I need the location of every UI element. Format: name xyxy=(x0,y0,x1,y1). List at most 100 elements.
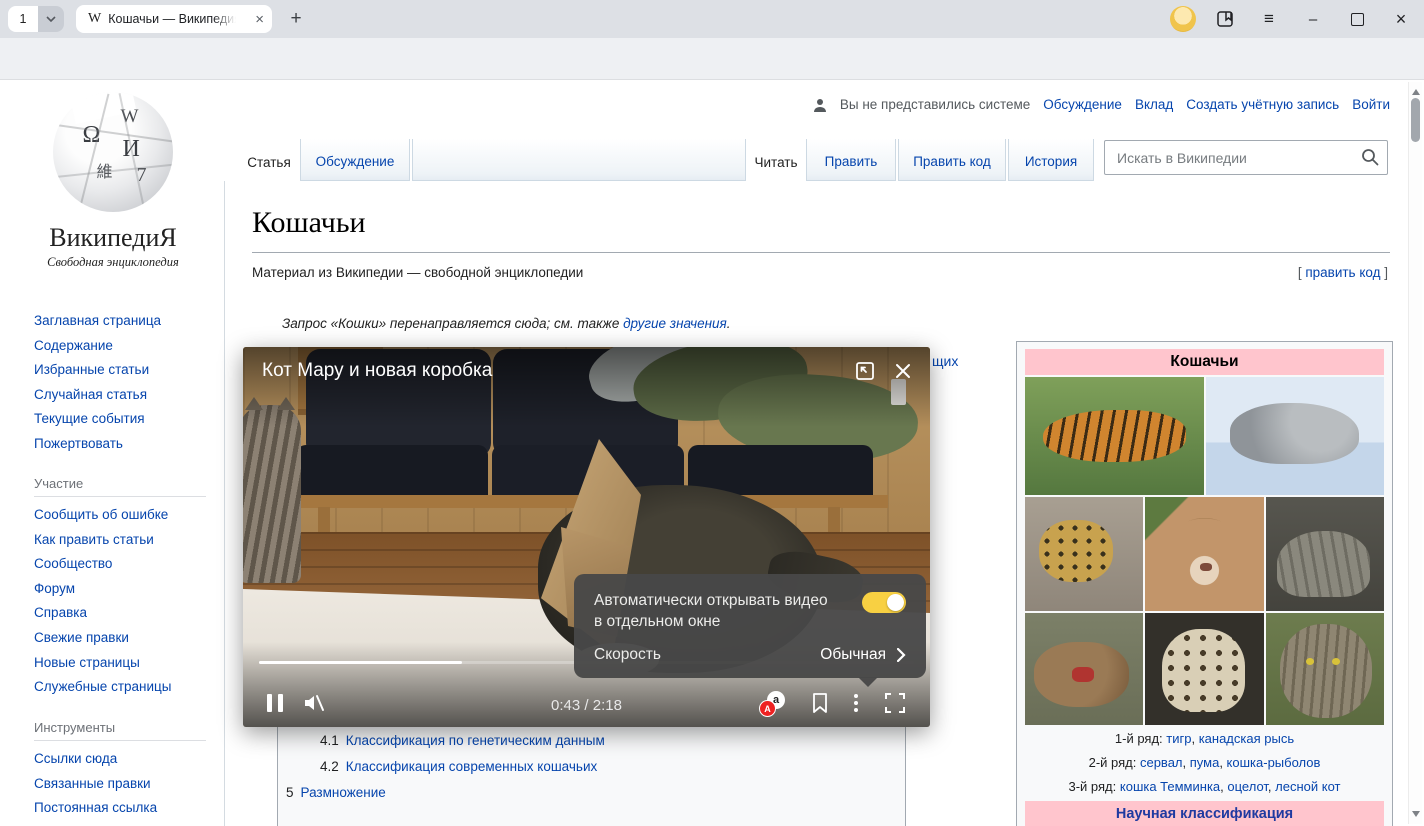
sidebar-link[interactable]: Сообщить об ошибке xyxy=(34,503,206,528)
toc-item[interactable]: 4.2 Классификация современных кошачьих xyxy=(286,754,905,780)
maximize-button[interactable] xyxy=(1347,9,1367,29)
infobox-caption-row1: 1-й ряд: тигр, канадская рысь xyxy=(1025,728,1384,749)
toc-link[interactable]: Классификация современных кошачьих xyxy=(346,759,597,774)
toc-item[interactable]: 4.1Классификация по генетическим данным xyxy=(286,728,905,754)
sidebar-link[interactable]: Пожертвовать xyxy=(34,432,161,457)
sidebar-link[interactable]: Связанные правки xyxy=(34,772,206,797)
caption-link[interactable]: канадская рысь xyxy=(1199,731,1294,746)
sidebar-link[interactable]: Заглавная страница xyxy=(34,309,161,334)
classification-header[interactable]: Научная классификация xyxy=(1025,801,1384,826)
tab-edit-source[interactable]: Править код xyxy=(898,139,1006,181)
video-top-gradient xyxy=(243,347,930,427)
video-player-overlay[interactable]: Кот Мару и новая коробка 0:43 / 2:18 а A… xyxy=(243,347,930,727)
infobox-image-ocelot[interactable] xyxy=(1145,613,1263,725)
toc-link[interactable]: Размножение xyxy=(301,785,386,800)
tab-close-icon[interactable]: × xyxy=(255,12,264,27)
fullscreen-icon[interactable] xyxy=(883,691,907,715)
video-close-icon[interactable] xyxy=(892,360,914,382)
video-title: Кот Мару и новая коробка xyxy=(262,360,492,382)
sidebar-link[interactable]: Как править статьи xyxy=(34,528,206,553)
auto-open-toggle[interactable] xyxy=(862,592,906,613)
scroll-down-arrow[interactable] xyxy=(1412,811,1420,817)
sidebar-section-links: Сообщить об ошибкеКак править статьиСооб… xyxy=(34,503,206,700)
side-panels-icon[interactable] xyxy=(1215,9,1235,29)
minimize-button[interactable]: – xyxy=(1303,9,1323,29)
caption-label: 1-й ряд: xyxy=(1115,731,1166,746)
tab-talk[interactable]: Обсуждение xyxy=(300,139,410,181)
infobox-image-temminck-cat[interactable] xyxy=(1025,613,1143,725)
speed-value[interactable]: Обычная xyxy=(820,646,886,664)
taxobox: Кошачьи 1-й ряд: тигр, канадская рысь 2-… xyxy=(1016,341,1393,826)
sidebar-link[interactable]: Избранные статьи xyxy=(34,358,161,383)
tab-article[interactable]: Статья xyxy=(240,139,298,181)
caption-link[interactable]: оцелот xyxy=(1227,779,1268,794)
page-title: Кошачьи xyxy=(252,206,366,240)
sitting-cat xyxy=(243,405,301,583)
sidebar-link[interactable]: Форум xyxy=(34,577,206,602)
sidebar-link[interactable]: Содержание xyxy=(34,334,161,359)
close-window-button[interactable]: × xyxy=(1391,9,1411,29)
video-more-icon[interactable] xyxy=(849,691,863,715)
sidebar-link[interactable]: Новые страницы xyxy=(34,651,206,676)
infobox-image-canada-lynx[interactable] xyxy=(1206,377,1385,495)
personal-link-contributions[interactable]: Вклад xyxy=(1135,97,1173,112)
video-settings-popup: Автоматически открывать видео в отдельно… xyxy=(574,574,926,678)
video-bookmark-icon[interactable] xyxy=(809,691,831,715)
caption-link[interactable]: сервал xyxy=(1140,755,1183,770)
infobox-image-forest-cat[interactable] xyxy=(1266,613,1384,725)
taxobox-title: Кошачьи xyxy=(1025,349,1384,375)
infobox-image-serval[interactable] xyxy=(1025,497,1143,611)
sidebar-link[interactable]: Случайная статья xyxy=(34,383,161,408)
personal-link-create-account[interactable]: Создать учётную запись xyxy=(1186,97,1339,112)
caption-link[interactable]: пума xyxy=(1190,755,1220,770)
caption-link[interactable]: кошка-рыболов xyxy=(1227,755,1321,770)
personal-link-login[interactable]: Войти xyxy=(1352,97,1390,112)
sidebar-link[interactable]: Постоянная ссылка xyxy=(34,796,206,821)
edit-code-link[interactable]: править код xyxy=(1305,265,1380,280)
sidebar-nav: Заглавная страницаСодержаниеИзбранные ст… xyxy=(34,309,161,457)
menu-icon[interactable]: ≡ xyxy=(1259,9,1279,29)
tab-history[interactable]: История xyxy=(1008,139,1094,181)
wikipedia-wordmark[interactable]: ВикипедиЯ xyxy=(28,223,198,253)
translate-video-icon[interactable]: а A xyxy=(759,691,785,717)
caption-link[interactable]: кошка Темминка xyxy=(1120,779,1220,794)
toc-link[interactable]: Классификация по генетическим данным xyxy=(346,733,605,748)
scroll-thumb[interactable] xyxy=(1411,98,1420,142)
search-input[interactable] xyxy=(1115,147,1354,169)
pip-restore-icon[interactable] xyxy=(854,360,876,382)
article-link-fragment[interactable]: щих xyxy=(932,353,958,369)
infobox-image-fishing-cat[interactable] xyxy=(1266,497,1384,611)
tab-read[interactable]: Читать xyxy=(748,139,804,181)
infobox-image-tiger[interactable] xyxy=(1025,377,1204,495)
caption-label: 2-й ряд: xyxy=(1089,755,1140,770)
sidebar-link[interactable]: Текущие события xyxy=(34,407,161,432)
caption-link[interactable]: лесной кот xyxy=(1275,779,1340,794)
toc-item[interactable]: 5Размножение xyxy=(286,780,905,806)
sidebar-link[interactable]: Свежие правки xyxy=(34,626,206,651)
infobox-image-puma[interactable] xyxy=(1145,497,1263,611)
chevron-down-icon[interactable] xyxy=(38,6,64,32)
caption-link[interactable]: тигр xyxy=(1166,731,1191,746)
toc-number: 4.2 xyxy=(320,759,339,774)
sidebar-link[interactable]: Справка xyxy=(34,601,206,626)
classification-link[interactable]: Научная классификация xyxy=(1116,806,1293,822)
wiki-search-box[interactable] xyxy=(1104,140,1388,175)
tab-edit[interactable]: Править xyxy=(806,139,896,181)
sidebar-link[interactable]: Служебные страницы xyxy=(34,675,206,700)
profile-avatar[interactable] xyxy=(1170,6,1196,32)
wikipedia-logo[interactable]: Ω W И 維 7 xyxy=(40,92,185,227)
scroll-up-arrow[interactable] xyxy=(1412,89,1420,95)
chevron-right-icon[interactable] xyxy=(897,648,906,667)
browser-tab[interactable]: W Кошачьи — Википедия × xyxy=(76,5,272,33)
user-icon xyxy=(813,98,827,112)
sidebar-link[interactable]: Сообщество xyxy=(34,552,206,577)
page-scrollbar[interactable] xyxy=(1408,82,1422,824)
hatnote-link[interactable]: другие значения xyxy=(623,316,727,331)
personal-link-talk[interactable]: Обсуждение xyxy=(1043,97,1122,112)
sidebar-link[interactable]: Ссылки сюда xyxy=(34,747,206,772)
tab-counter-control[interactable]: 1 xyxy=(8,6,64,32)
caption-separator: , xyxy=(1219,755,1226,770)
new-tab-button[interactable]: + xyxy=(284,7,308,31)
wikipedia-tagline: Свободная энциклопедия xyxy=(28,255,198,270)
search-icon[interactable] xyxy=(1361,148,1379,171)
